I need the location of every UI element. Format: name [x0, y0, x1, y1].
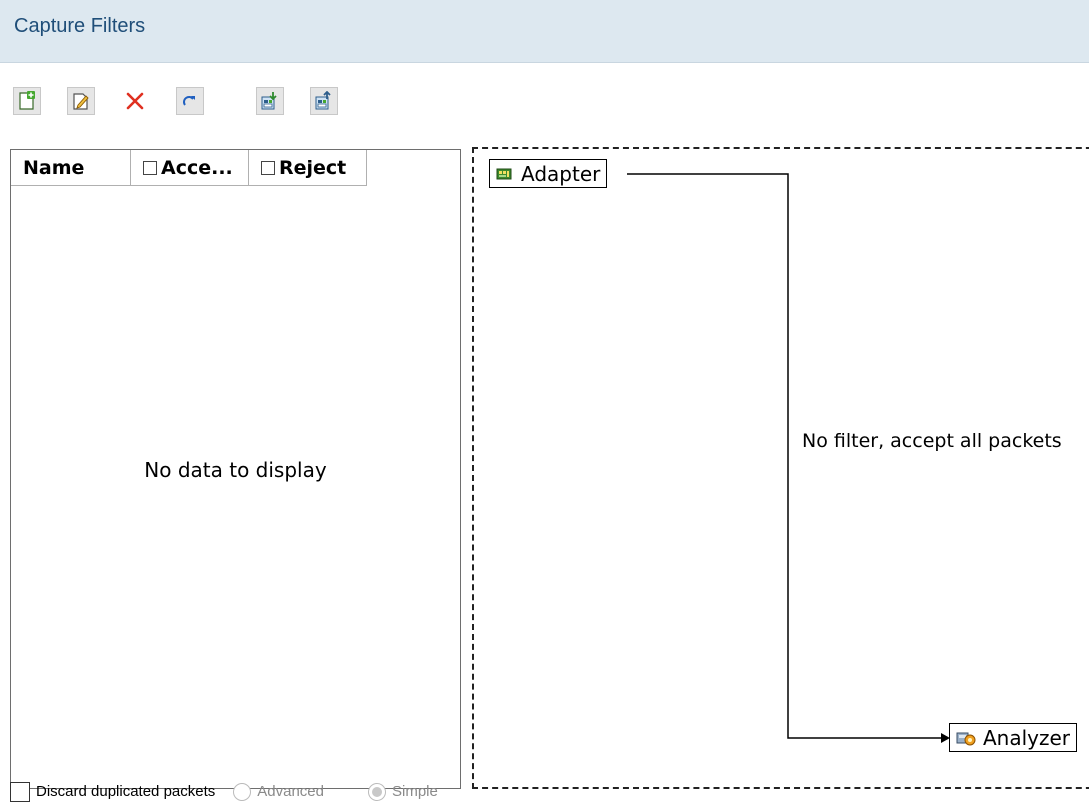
discard-duplicates-label: Discard duplicated packets — [36, 783, 216, 800]
mode-advanced-label: Advanced — [257, 783, 324, 800]
mode-advanced-radio[interactable] — [233, 782, 252, 801]
mode-simple-label: Simple — [391, 783, 438, 800]
mode-simple-radio[interactable] — [367, 782, 386, 801]
flow-connector — [627, 173, 950, 743]
options-bar: Discard duplicated packets Advanced Simp… — [10, 780, 438, 803]
adapter-node[interactable]: Adapter — [489, 159, 608, 188]
analyzer-node[interactable]: Analyzer — [949, 723, 1078, 752]
discard-duplicates-checkbox[interactable] — [10, 781, 30, 802]
filter-status-label: No filter, accept all packets — [802, 430, 1062, 452]
analyzer-icon — [956, 732, 976, 745]
adapter-icon — [496, 168, 512, 179]
analyzer-node-label: Analyzer — [983, 725, 1071, 750]
adapter-node-label: Adapter — [521, 161, 601, 186]
